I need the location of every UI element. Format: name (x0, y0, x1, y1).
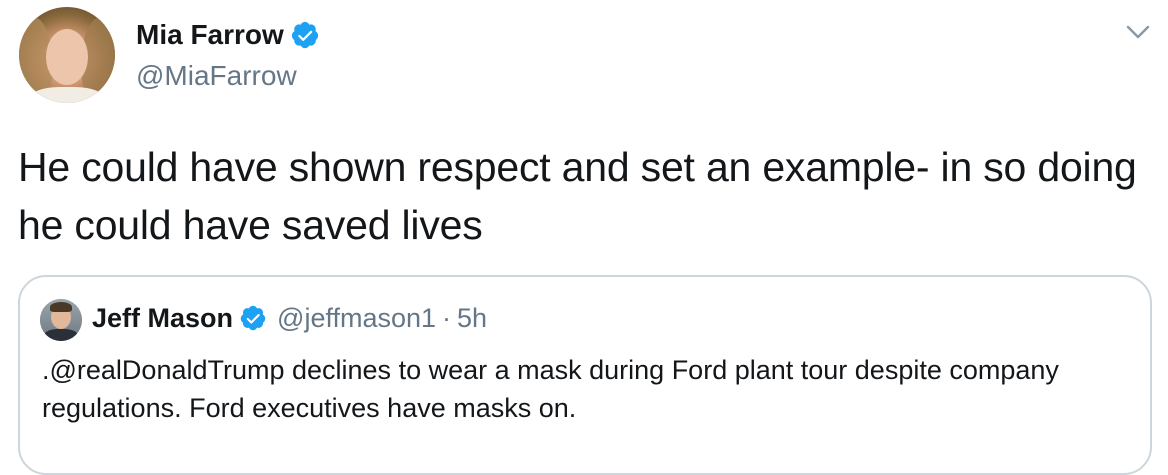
author-name[interactable]: Mia Farrow (136, 18, 284, 52)
author-handle[interactable]: @MiaFarrow (136, 60, 297, 92)
avatar-face (46, 29, 88, 85)
chevron-down-icon[interactable] (1124, 18, 1152, 46)
tweet-card: Mia Farrow @MiaFarrow He could have show… (0, 0, 1168, 475)
quoted-tweet-header: Jeff Mason @jeffmason1 · 5h (92, 301, 487, 335)
quoted-author-name[interactable]: Jeff Mason (92, 301, 233, 335)
tweet-text: He could have shown respect and set an e… (18, 144, 1137, 248)
quoted-avatar-suit (44, 329, 78, 341)
avatar-shirt (29, 87, 105, 103)
author-avatar[interactable] (19, 7, 115, 103)
quoted-avatar-hair (50, 302, 72, 312)
quoted-tweet-timestamp[interactable]: 5h (457, 301, 487, 335)
verified-badge-icon (291, 21, 318, 49)
quoted-author-avatar[interactable] (40, 299, 82, 341)
separator-dot: · (442, 303, 452, 333)
quoted-tweet[interactable]: Jeff Mason @jeffmason1 · 5h .@realDonald… (18, 275, 1152, 475)
quoted-author-handle[interactable]: @jeffmason1 (277, 301, 436, 335)
author-name-row[interactable]: Mia Farrow (136, 18, 320, 52)
verified-badge-icon (240, 305, 266, 331)
quoted-tweet-text: .@realDonaldTrump declines to wear a mas… (42, 355, 1059, 423)
